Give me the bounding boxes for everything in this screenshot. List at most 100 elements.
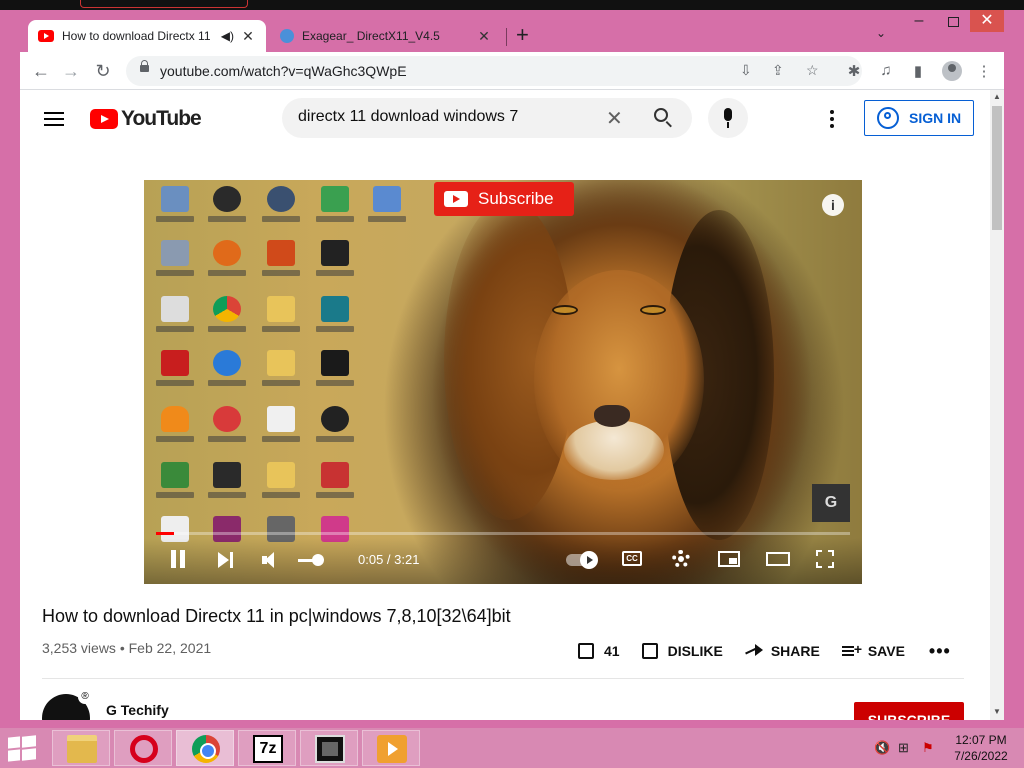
camtasia-icon [208, 186, 246, 236]
computer-icon [156, 186, 194, 236]
taskbar-file-explorer[interactable] [52, 730, 110, 766]
film-icon [315, 735, 345, 763]
action-center-flag-icon[interactable]: ⚑ [922, 740, 934, 756]
reload-button[interactable]: ↻ [92, 60, 114, 82]
page-scrollbar[interactable]: ▲ ▼ [990, 90, 1004, 720]
close-window-button[interactable]: ✕ [970, 10, 1004, 32]
media-control-icon[interactable]: ♫ [876, 62, 896, 79]
hamburger-menu-icon[interactable] [44, 112, 64, 126]
scroll-down-icon[interactable]: ▼ [993, 707, 1001, 716]
dislike-button[interactable]: DISLIKE [641, 643, 723, 659]
windows-taskbar: 7z 🔇 ⊞ ⚑ 12:07 PM 7/26/2022 [0, 728, 1024, 768]
extensions-icon[interactable]: ✱ [844, 62, 864, 80]
youtube-play-icon [90, 109, 118, 129]
sign-in-button[interactable]: SIGN IN [864, 100, 974, 136]
lock-icon[interactable] [140, 60, 149, 76]
more-actions-icon[interactable]: ••• [929, 641, 951, 662]
settings-kebab-icon[interactable] [830, 110, 834, 131]
bookmark-star-icon[interactable]: ☆ [806, 62, 819, 79]
video-progress-bar[interactable] [156, 532, 850, 535]
subscribe-overlay-label: Subscribe [478, 189, 554, 208]
miniplayer-icon[interactable] [718, 551, 740, 567]
back-button[interactable]: ← [30, 60, 52, 82]
app-icon [156, 462, 194, 512]
maximize-button[interactable] [948, 17, 959, 27]
folder-icon [67, 735, 97, 763]
app-icon [316, 406, 354, 456]
tab-exagear[interactable]: Exagear_ DirectX11_V4.5 ✕ [270, 20, 502, 52]
taskbar-video-editor[interactable] [300, 730, 358, 766]
folder-icon [262, 350, 300, 400]
close-tab-icon[interactable]: ✕ [240, 28, 256, 45]
dislike-label: DISLIKE [667, 643, 723, 659]
start-button[interactable] [4, 734, 40, 762]
system-clock[interactable]: 12:07 PM 7/26/2022 [950, 732, 1012, 764]
theater-mode-icon[interactable] [766, 552, 790, 566]
folder-icon [262, 296, 300, 346]
scrollbar-thumb[interactable] [992, 106, 1002, 230]
video-player[interactable]: Subscribe i G 0:05 / 3:21 CC [144, 180, 862, 584]
tab-youtube[interactable]: How to download Directx 11 ◀) ✕ [28, 20, 266, 52]
voice-search-mic-icon[interactable] [708, 98, 748, 138]
app-icon [368, 186, 406, 236]
network-icon[interactable]: ⊞ [898, 740, 909, 756]
desktop-icons-in-video [150, 184, 406, 574]
divider [42, 678, 964, 679]
subscribe-button[interactable]: SUBSCRIBE [854, 702, 964, 720]
side-panel-icon[interactable]: ▮ [908, 62, 928, 80]
taskbar-chrome[interactable] [176, 730, 234, 766]
url-text[interactable]: youtube.com/watch?v=qWaGhc3QWpE [160, 63, 407, 79]
account-circle-icon [877, 107, 899, 129]
video-title: How to download Directx 11 in pc|windows… [42, 606, 511, 626]
upload-date: Feb 22, 2021 [128, 640, 212, 656]
profile-avatar-icon[interactable] [942, 61, 962, 81]
next-video-icon[interactable] [218, 552, 236, 568]
settings-gear-icon[interactable] [672, 550, 690, 568]
browser-menu-icon[interactable]: ⋮ [974, 62, 994, 80]
subscribe-overlay-button[interactable]: Subscribe [434, 182, 574, 216]
save-button[interactable]: SAVE [841, 641, 905, 659]
new-tab-button[interactable]: + [516, 22, 529, 48]
channel-name[interactable]: G Techify [106, 702, 169, 718]
tab-title: How to download Directx 11 [62, 29, 211, 43]
youtube-page: YouTube directx 11 download windows 7 ✕ … [20, 90, 1004, 720]
pause-icon[interactable] [170, 550, 186, 568]
audio-playing-icon[interactable]: ◀) [221, 29, 234, 43]
volume-muted-icon[interactable]: 🔇 [874, 740, 890, 756]
save-label: SAVE [867, 643, 905, 659]
share-icon[interactable]: ⇪ [772, 62, 784, 79]
forward-button[interactable]: → [60, 60, 82, 82]
search-icon[interactable] [654, 108, 672, 126]
address-bar[interactable]: youtube.com/watch?v=qWaGhc3QWpE ⇩ ⇪ ☆ [126, 56, 862, 86]
minimize-button[interactable]: – [904, 12, 934, 30]
like-button[interactable]: 41 [578, 643, 620, 659]
playlist-add-icon [841, 641, 862, 657]
captions-button[interactable]: CC [622, 551, 642, 566]
clock-time: 12:07 PM [955, 733, 1007, 747]
clear-search-icon[interactable]: ✕ [606, 106, 623, 131]
like-count: 41 [604, 643, 620, 659]
share-button[interactable]: SHARE [745, 643, 820, 659]
tab-search-button[interactable]: ⌄ [876, 26, 886, 40]
opera-icon [130, 735, 158, 763]
app-icon [208, 406, 246, 456]
scroll-up-icon[interactable]: ▲ [993, 92, 1001, 101]
info-icon[interactable]: i [822, 194, 844, 216]
fullscreen-icon[interactable] [816, 550, 834, 568]
close-tab-icon[interactable]: ✕ [476, 28, 492, 45]
volume-icon[interactable] [262, 552, 280, 568]
time-display: 0:05 / 3:21 [358, 552, 420, 567]
install-app-icon[interactable]: ⇩ [740, 62, 752, 79]
search-input[interactable]: directx 11 download windows 7 [298, 108, 518, 126]
share-arrow-icon [745, 644, 763, 658]
taskbar-7zip[interactable]: 7z [238, 730, 296, 766]
youtube-logo[interactable]: YouTube [90, 107, 202, 131]
volume-slider-knob[interactable] [312, 554, 324, 566]
autoplay-toggle[interactable] [566, 551, 598, 569]
channel-avatar[interactable] [42, 690, 92, 720]
tab-separator [506, 28, 507, 46]
taskbar-opera[interactable] [114, 730, 172, 766]
search-box[interactable]: directx 11 download windows 7 ✕ [282, 98, 692, 138]
taskbar-media-player[interactable] [362, 730, 420, 766]
channel-watermark[interactable]: G [812, 484, 850, 522]
